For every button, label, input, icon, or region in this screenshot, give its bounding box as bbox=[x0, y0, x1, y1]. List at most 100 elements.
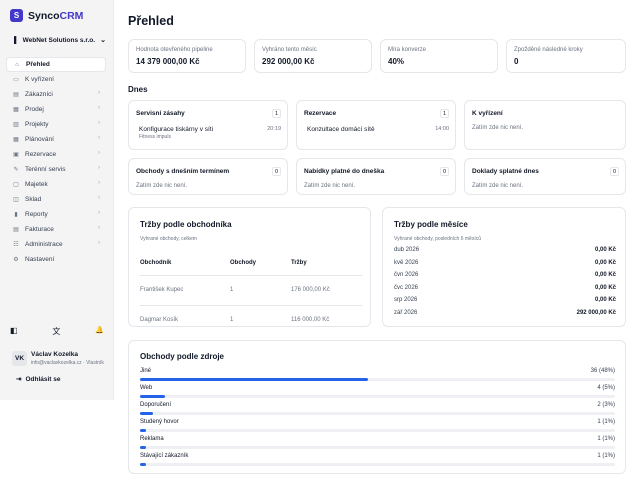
company-name: WebNet Solutions s.r.o. bbox=[22, 36, 96, 44]
list-item: zář 2026 292 000,00 Kč bbox=[394, 310, 616, 322]
sidebar-item-label: Přehled bbox=[26, 61, 50, 68]
source-count: 1 (1%) bbox=[597, 419, 615, 425]
deals-by-source-card: Obchody podle zdroje Jiné 36 (48%) Web 4 (5… bbox=[128, 340, 626, 474]
logout-button[interactable]: ⇥ Odhlásit se bbox=[16, 375, 61, 384]
kpi-card: Vyhráno tento měsíc 292 000,00 Kč bbox=[254, 39, 372, 73]
source-row: Web 4 (5%) bbox=[140, 385, 615, 402]
sales-by-rep-table: Obchodník Obchody Tržby František Kupec … bbox=[140, 251, 362, 335]
list-item[interactable]: Konzultace domácí sítě 14:00 bbox=[307, 126, 449, 133]
column-header-rep[interactable]: Obchodník bbox=[140, 251, 230, 276]
calendar-icon: ▦ bbox=[13, 137, 19, 143]
sidebar-item-6[interactable]: ▣ Rezervace › bbox=[6, 147, 106, 162]
tile-title: K vyřízení bbox=[472, 110, 503, 117]
sidebar-item-8[interactable]: ▢ Majetek › bbox=[6, 177, 106, 192]
brand-name: SyncoCRM bbox=[28, 9, 84, 22]
sidebar-item-12[interactable]: ☷ Administrace › bbox=[6, 237, 106, 252]
warehouse-icon: ◫ bbox=[13, 197, 19, 203]
today-tile[interactable]: K vyřízení Zatím zde nic není. bbox=[464, 100, 626, 150]
tile-title: Obchody s dnešním termínem bbox=[136, 168, 230, 175]
rep-revenue: 116 000,00 Kč bbox=[291, 317, 330, 324]
sales-by-rep-subtitle: Vyhrané obchody, celkem bbox=[140, 236, 197, 242]
tile-empty-text: Zatím zde nic není. bbox=[472, 183, 524, 189]
sidebar-item-0[interactable]: ⌂ Přehled bbox=[6, 57, 106, 72]
rep-name: Dagmar Kosík bbox=[140, 317, 179, 324]
sidebar-item-4[interactable]: ▥ Projekty › bbox=[6, 117, 106, 132]
today-heading: Dnes bbox=[128, 85, 148, 94]
tile-count-badge: 1 bbox=[439, 109, 449, 118]
kpi-card: Hodnota otevřeného pipeline 14 379 000,00… bbox=[128, 39, 246, 73]
list-item[interactable]: Konfigurace tiskárny v síti 20:19 Fitness … bbox=[139, 126, 281, 140]
sidebar-item-5[interactable]: ▦ Plánování › bbox=[6, 132, 106, 147]
month-value: 292 000,00 Kč bbox=[576, 309, 616, 316]
today-tile[interactable]: Obchody s dnešním termínem 0 Zatím zde nic… bbox=[128, 158, 288, 195]
source-name: Studený hovor bbox=[140, 419, 179, 425]
sidebar-item-label: K vyřízení bbox=[25, 76, 54, 83]
list-item: kvě 2026 0,00 Kč bbox=[394, 260, 616, 272]
user-profile[interactable]: VK Václav Kozelka info@vaclavkozelka.cz … bbox=[12, 351, 104, 366]
month-label: čvn 2026 bbox=[394, 272, 419, 278]
rep-deals: 1 bbox=[230, 275, 291, 306]
sidebar-item-label: Rezervace bbox=[25, 151, 57, 158]
source-bar-track bbox=[140, 463, 615, 466]
today-tile[interactable]: Doklady splatné dnes 0 Zatím zde nic není. bbox=[464, 158, 626, 195]
list-item: čvc 2026 0,00 Kč bbox=[394, 285, 616, 297]
sidebar-item-label: Fakturace bbox=[25, 226, 54, 233]
source-bar-fill bbox=[140, 395, 166, 398]
sidebar-item-13[interactable]: ⚙ Nastavení bbox=[6, 252, 106, 267]
source-name: Stávající zákazník bbox=[140, 453, 189, 459]
sidebar-item-1[interactable]: ▭ K vyřízení bbox=[6, 72, 106, 87]
table-row[interactable]: František Kupec 1 176 000,00 Kč bbox=[140, 275, 362, 306]
tile-empty-text: Zatím zde nic není. bbox=[472, 125, 524, 131]
table-row[interactable]: Dagmar Kosík 1 116 000,00 Kč bbox=[140, 305, 362, 335]
user-name: Václav Kozelka bbox=[31, 351, 78, 358]
user-email: info@vaclavkozelka.cz · Vlastník bbox=[31, 360, 104, 366]
chevron-right-icon: › bbox=[98, 180, 100, 186]
sales-by-rep-title: Tržby podle obchodníka bbox=[140, 220, 232, 229]
source-name: Reklama bbox=[140, 436, 164, 442]
month-value: 0,00 Kč bbox=[594, 247, 616, 253]
source-bar-track bbox=[140, 446, 615, 449]
kpi-value: 40% bbox=[388, 57, 405, 66]
sidebar-item-7[interactable]: ✎ Terénní servis › bbox=[6, 162, 106, 177]
chevron-right-icon: › bbox=[98, 90, 100, 96]
source-name: Web bbox=[140, 385, 153, 391]
sidebar-item-10[interactable]: ▮ Reporty › bbox=[6, 207, 106, 222]
kpi-card: Zpožděné následné kroky 0 bbox=[506, 39, 626, 73]
chevron-right-icon: › bbox=[98, 120, 100, 126]
building-icon: ▌ bbox=[14, 36, 19, 44]
company-switcher[interactable]: ▌ WebNet Solutions s.r.o. ⌄ bbox=[14, 36, 106, 45]
today-tile[interactable]: Servisní zásahy 1 Konfigurace tiskárny v s… bbox=[128, 100, 288, 150]
today-tile[interactable]: Rezervace 1 Konzultace domácí sítě 14:00 bbox=[296, 100, 456, 150]
brand-logo[interactable]: S SyncoCRM bbox=[10, 9, 83, 22]
chevron-right-icon: › bbox=[98, 225, 100, 231]
sales-by-month-card: Tržby podle měsíce Vyhrané obchody, posl… bbox=[382, 207, 626, 327]
tile-count-badge: 0 bbox=[271, 167, 281, 176]
asset-icon: ▢ bbox=[13, 182, 19, 188]
column-header-revenue[interactable]: Tržby bbox=[291, 251, 362, 276]
sidebar-item-2[interactable]: ▤ Zákazníci › bbox=[6, 87, 106, 102]
page-title: Přehled bbox=[128, 14, 174, 28]
tile-title: Nabídky platné do dneška bbox=[304, 168, 385, 175]
sidebar-item-3[interactable]: ▦ Prodej › bbox=[6, 102, 106, 117]
users-icon: ▤ bbox=[13, 92, 19, 98]
sidebar-tools: ◧ 文 🔔 bbox=[10, 326, 104, 337]
inbox-icon: ▭ bbox=[13, 77, 19, 83]
column-header-deals[interactable]: Obchody bbox=[230, 251, 291, 276]
kpi-label: Vyhráno tento měsíc bbox=[262, 47, 317, 53]
sidebar-item-label: Reporty bbox=[25, 211, 48, 218]
source-bar-track bbox=[140, 395, 615, 398]
tile-count-badge: 1 bbox=[271, 109, 281, 118]
source-name: Jiné bbox=[140, 368, 152, 374]
bell-icon[interactable]: 🔔 bbox=[95, 326, 104, 337]
kpi-value: 292 000,00 Kč bbox=[262, 57, 315, 66]
sidebar-item-11[interactable]: ▤ Fakturace › bbox=[6, 222, 106, 237]
sidebar-item-label: Zákazníci bbox=[25, 91, 53, 98]
month-value: 0,00 Kč bbox=[594, 297, 616, 303]
gear-icon: ⚙ bbox=[13, 257, 19, 263]
sidebar-item-9[interactable]: ◫ Sklad › bbox=[6, 192, 106, 207]
invoice-icon: ▤ bbox=[13, 227, 19, 233]
language-icon[interactable]: 文 bbox=[52, 326, 60, 337]
theme-toggle-icon[interactable]: ◧ bbox=[10, 326, 18, 337]
today-tile[interactable]: Nabídky platné do dneška 0 Zatím zde nic n… bbox=[296, 158, 456, 195]
chevron-right-icon: › bbox=[98, 165, 100, 171]
